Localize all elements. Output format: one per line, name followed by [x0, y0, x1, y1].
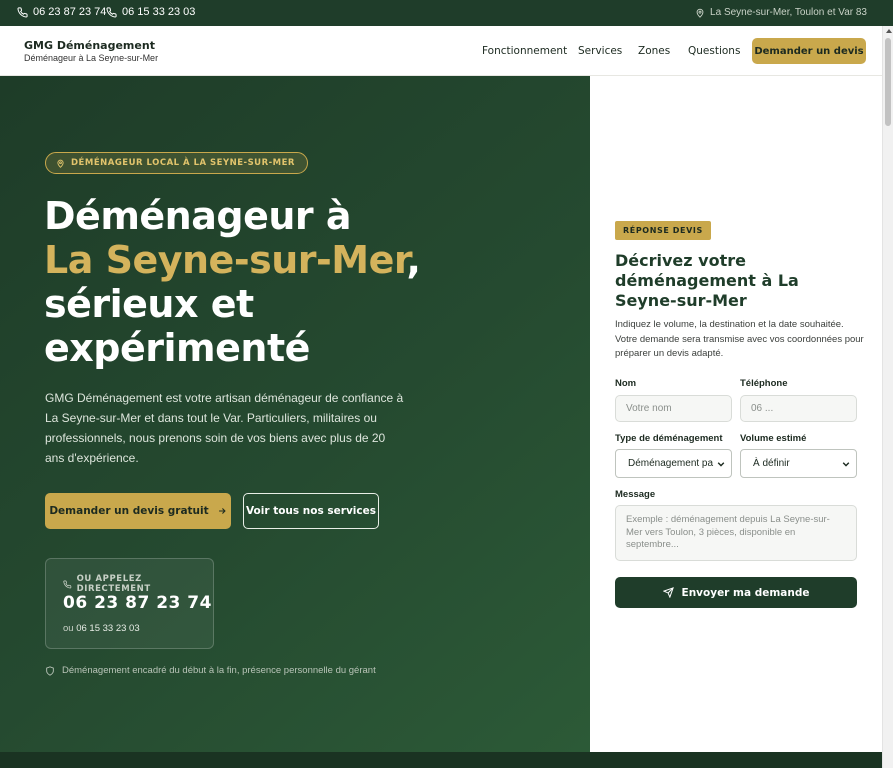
name-input[interactable]: Votre nom	[615, 395, 732, 422]
volume-label: Volume estimé	[740, 433, 807, 444]
top-location-text: La Seyne-sur-Mer, Toulon et Var 83	[710, 7, 867, 18]
call-alt-prefix: ou	[63, 623, 74, 634]
arrow-right-icon	[218, 508, 226, 514]
move-type-value: Déménagement pa	[628, 458, 714, 469]
message-textarea[interactable]: Exemple : déménagement depuis La Seyne-s…	[615, 505, 857, 561]
site-header: GMG Déménagement Déménageur à La Seyne-s…	[0, 26, 882, 76]
call-box: OU APPELEZ DIRECTEMENT 06 23 87 23 74 ou…	[45, 558, 214, 649]
hero-title-line3: sérieux et	[44, 282, 254, 326]
phone-icon	[63, 580, 72, 588]
brand-subtitle: Déménageur à La Seyne-sur-Mer	[24, 53, 159, 63]
header-quote-button[interactable]: Demander un devis	[752, 38, 866, 64]
call-label-text: OU APPELEZ DIRECTEMENT	[76, 574, 151, 594]
move-type-select[interactable]: Déménagement pa	[615, 449, 732, 478]
scroll-thumb[interactable]	[885, 38, 891, 126]
top-phone-1: 06 23 87 23 74	[33, 6, 107, 18]
hero-title-comma: ,	[406, 238, 421, 282]
nav-link-zones[interactable]: Zones	[638, 45, 670, 57]
submit-button[interactable]: Envoyer ma demande	[615, 577, 857, 608]
top-location: La Seyne-sur-Mer, Toulon et Var 83	[695, 7, 867, 18]
reassurance-text: Déménagement encadré du début à la fin, …	[62, 665, 376, 676]
volume-select[interactable]: À définir	[740, 449, 857, 478]
call-alt: ou 06 15 33 23 03	[63, 623, 140, 634]
reassurance-line: Déménagement encadré du début à la fin, …	[45, 665, 376, 676]
form-title: Décrivez votre déménagement à La Seyne-s…	[615, 251, 799, 310]
top-bar: 06 23 87 23 74 06 15 33 23 03 La Seyne-s…	[0, 0, 893, 26]
top-phone-2: 06 15 33 23 03	[122, 6, 196, 18]
nav-link-fonctionnement[interactable]: Fonctionnement	[482, 45, 567, 57]
submit-label: Envoyer ma demande	[681, 586, 810, 599]
phone-icon	[106, 6, 117, 18]
map-pin-icon	[57, 159, 64, 168]
call-alt-number[interactable]: 06 15 33 23 03	[76, 623, 139, 634]
hero-title-line1: Déménageur à	[44, 194, 352, 238]
nav-link-services[interactable]: Services	[578, 45, 622, 57]
chevron-down-icon	[842, 462, 850, 467]
nav-link-questions[interactable]: Questions	[688, 45, 740, 57]
call-label: OU APPELEZ DIRECTEMENT	[63, 574, 213, 594]
hero-title-highlight: La Seyne-sur-Mer	[44, 238, 407, 282]
hero-badge: DÉMÉNAGEUR LOCAL À LA SEYNE-SUR-MER	[45, 152, 308, 174]
phone-input[interactable]: 06 ...	[740, 395, 857, 422]
hero-badge-text: DÉMÉNAGEUR LOCAL À LA SEYNE-SUR-MER	[71, 158, 295, 168]
phone-label: Téléphone	[740, 378, 788, 389]
top-phone-link-1[interactable]: 06 23 87 23 74	[17, 6, 106, 18]
quote-free-button[interactable]: Demander un devis gratuit	[45, 493, 231, 529]
services-button[interactable]: Voir tous nos services	[243, 493, 379, 529]
hero-title: Déménageur à La Seyne-sur-Mer, sérieux e…	[44, 194, 564, 370]
top-phone-link-2[interactable]: 06 15 33 23 03	[106, 6, 195, 18]
send-icon	[662, 587, 674, 598]
phone-icon	[17, 6, 28, 18]
brand-title[interactable]: GMG Déménagement	[24, 39, 155, 52]
map-pin-icon	[696, 8, 704, 18]
name-label: Nom	[615, 378, 637, 389]
quote-form-panel: RÉPONSE DEVIS Décrivez votre déménagemen…	[590, 76, 882, 752]
page-scrollbar[interactable]	[882, 26, 893, 768]
volume-value: À définir	[753, 458, 790, 469]
message-label: Message	[615, 489, 656, 500]
hero-title-line4: expérimenté	[44, 326, 310, 370]
form-description: Indiquez le volume, la destination et la…	[615, 319, 864, 359]
hero-section: DÉMÉNAGEUR LOCAL À LA SEYNE-SUR-MER Démé…	[0, 76, 590, 752]
move-type-label: Type de déménagement	[615, 433, 723, 444]
hero-description: GMG Déménagement est votre artisan démén…	[45, 391, 404, 465]
scroll-up-arrow-icon[interactable]	[886, 29, 892, 33]
call-main-number[interactable]: 06 23 87 23 74	[63, 593, 212, 613]
next-section-strip	[0, 752, 882, 768]
chevron-down-icon	[717, 462, 725, 467]
quote-free-label: Demander un devis gratuit	[49, 505, 209, 517]
shield-icon	[46, 665, 54, 676]
form-badge: RÉPONSE DEVIS	[615, 221, 711, 240]
